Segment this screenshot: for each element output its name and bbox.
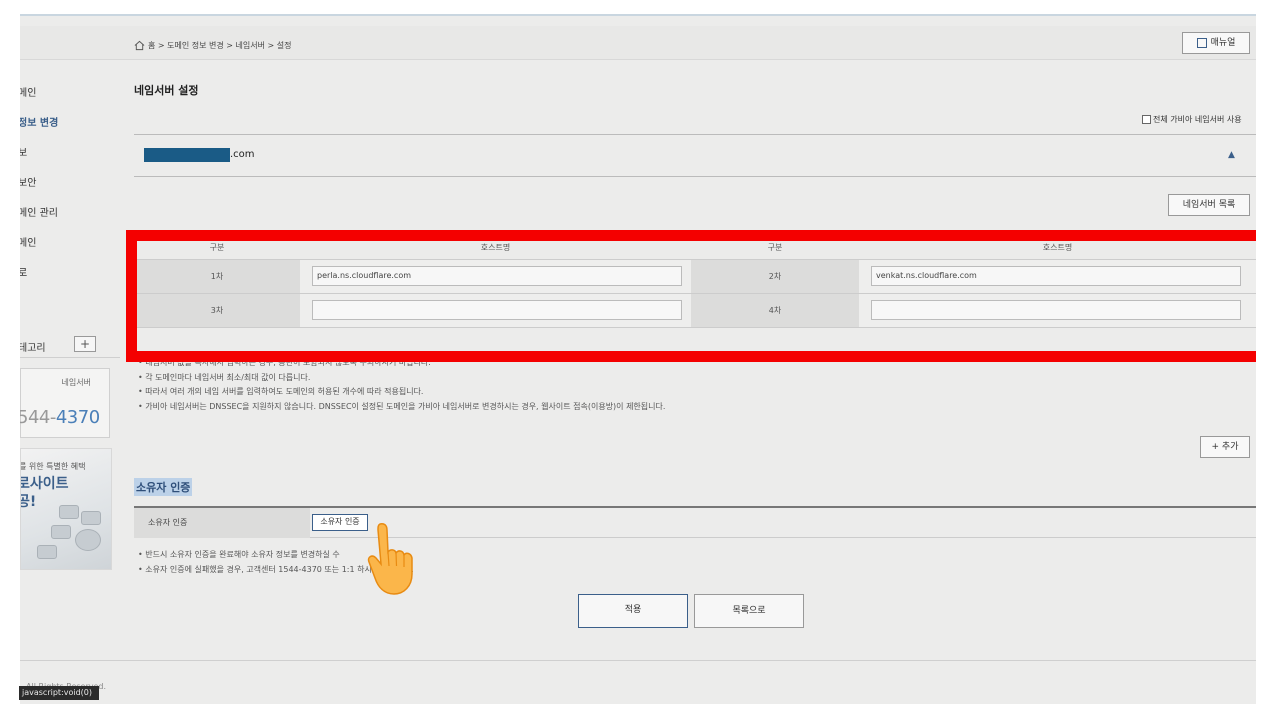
promo-banner[interactable]: 를 위한 특별한 혜택 로사이트공! — [20, 448, 112, 570]
pointing-hand-icon — [367, 523, 413, 595]
sidebar-item-7[interactable]: 로 — [20, 264, 27, 279]
category-add-button[interactable]: + — [74, 336, 96, 352]
ns-input-3[interactable] — [312, 300, 682, 320]
status-bar-url: javascript:void(0) — [19, 686, 99, 700]
sidebar-item-1[interactable]: 메인 — [20, 84, 36, 99]
collapse-arrow-icon[interactable]: ▲ — [1228, 150, 1235, 160]
col-type-2: 구분 — [691, 234, 859, 260]
breadcrumb-text: 홈 > 도메인 정보 변경 > 네임서버 > 설정 — [148, 41, 292, 50]
sidebar-item-3[interactable]: 보 — [20, 144, 27, 159]
note-item: 네임서버 값을 복사해서 입력하는 경우, 공란이 포함되지 않도록 주의하시기… — [138, 356, 665, 371]
ns-list-button[interactable]: 네임서버 목록 — [1168, 194, 1250, 216]
category-section: 테고리 + — [20, 334, 120, 358]
back-to-list-button[interactable]: 목록으로 — [694, 594, 804, 628]
category-label: 테고리 — [20, 343, 46, 354]
keyboard-illustration — [29, 505, 109, 565]
table-header-row: 구분 호스트명 구분 호스트명 — [134, 234, 1256, 260]
nameserver-table: 구분 호스트명 구분 호스트명 1차 perla.ns.cloudflare.c… — [134, 234, 1256, 328]
all-ns-label: 전체 가비아 네임서버 사용 — [1153, 115, 1242, 124]
book-icon — [1196, 38, 1207, 48]
ns-input-2[interactable]: venkat.ns.cloudflare.com — [871, 266, 1241, 286]
ns-notes: 네임서버 값을 복사해서 입력하는 경우, 공란이 포함되지 않도록 주의하시기… — [138, 356, 665, 414]
ns-label-1: 1차 — [134, 259, 300, 294]
sidebar-item-6[interactable]: 메인 — [20, 234, 36, 249]
owner-table: 소유자 인증 소유자 인증 — [134, 506, 1256, 538]
ns-input-4[interactable] — [871, 300, 1241, 320]
col-type: 구분 — [134, 234, 300, 260]
note-item: 가비아 네임서버는 DNSSEC을 지원하지 않습니다. DNSSEC이 설정된… — [138, 400, 665, 415]
customer-center-box: 네임서버 544-4370 — [20, 368, 110, 438]
col-host: 호스트명 — [300, 234, 691, 260]
checkbox-box[interactable] — [1142, 115, 1151, 124]
add-ns-button[interactable]: + 추가 — [1200, 436, 1250, 458]
note-item: 따라서 여러 개의 네임 서버를 입력하여도 도메인의 허용된 개수에 따라 적… — [138, 385, 665, 400]
owner-section-title: 소유자 인증 — [134, 478, 193, 496]
ns-label-4: 4차 — [691, 293, 859, 328]
sidebar-item-security[interactable]: 보안 — [20, 174, 36, 189]
sidebar-item-domain-manage[interactable]: 메인 관리 — [20, 204, 58, 219]
ns-input-1[interactable]: perla.ns.cloudflare.com — [312, 266, 682, 286]
cs-label: 네임서버 — [61, 378, 91, 387]
ns-label-2: 2차 — [691, 259, 859, 294]
divider — [134, 176, 1256, 177]
home-icon[interactable] — [134, 40, 145, 51]
banner-subtitle: 를 위한 특별한 혜택 — [20, 462, 86, 471]
domain-suffix: .com — [230, 149, 255, 160]
all-gabia-ns-checkbox[interactable]: 전체 가비아 네임서버 사용 — [1142, 114, 1242, 125]
breadcrumb: 홈 > 도메인 정보 변경 > 네임서버 > 설정 — [134, 40, 292, 51]
owner-row-label: 소유자 인증 — [134, 508, 310, 538]
ns-label-3: 3차 — [134, 293, 300, 328]
sidebar-item-info-change[interactable]: 정보 변경 — [20, 114, 58, 129]
browser-page: 메인 정보 변경 보 보안 메인 관리 메인 로 테고리 + 네임서버 544-… — [20, 14, 1256, 704]
page-title: 네임서버 설정 — [134, 84, 199, 97]
manual-label: 매뉴얼 — [1210, 38, 1236, 48]
cs-phone: 544-4370 — [20, 407, 100, 428]
col-host-2: 호스트명 — [859, 234, 1256, 260]
apply-button[interactable]: 적용 — [578, 594, 688, 628]
domain-redacted — [144, 148, 230, 162]
table-row: 3차 4차 — [134, 293, 1256, 328]
divider — [134, 134, 1256, 135]
sidebar: 메인 정보 변경 보 보안 메인 관리 메인 로 테고리 + 네임서버 544-… — [20, 16, 138, 704]
manual-button[interactable]: 매뉴얼 — [1182, 32, 1250, 54]
note-item: 각 도메인마다 네임서버 최소/최대 값이 다릅니다. — [138, 371, 665, 386]
owner-verify-button[interactable]: 소유자 인증 — [312, 514, 368, 531]
table-row: 1차 perla.ns.cloudflare.com 2차 venkat.ns.… — [134, 259, 1256, 294]
footer-divider — [20, 660, 1256, 661]
